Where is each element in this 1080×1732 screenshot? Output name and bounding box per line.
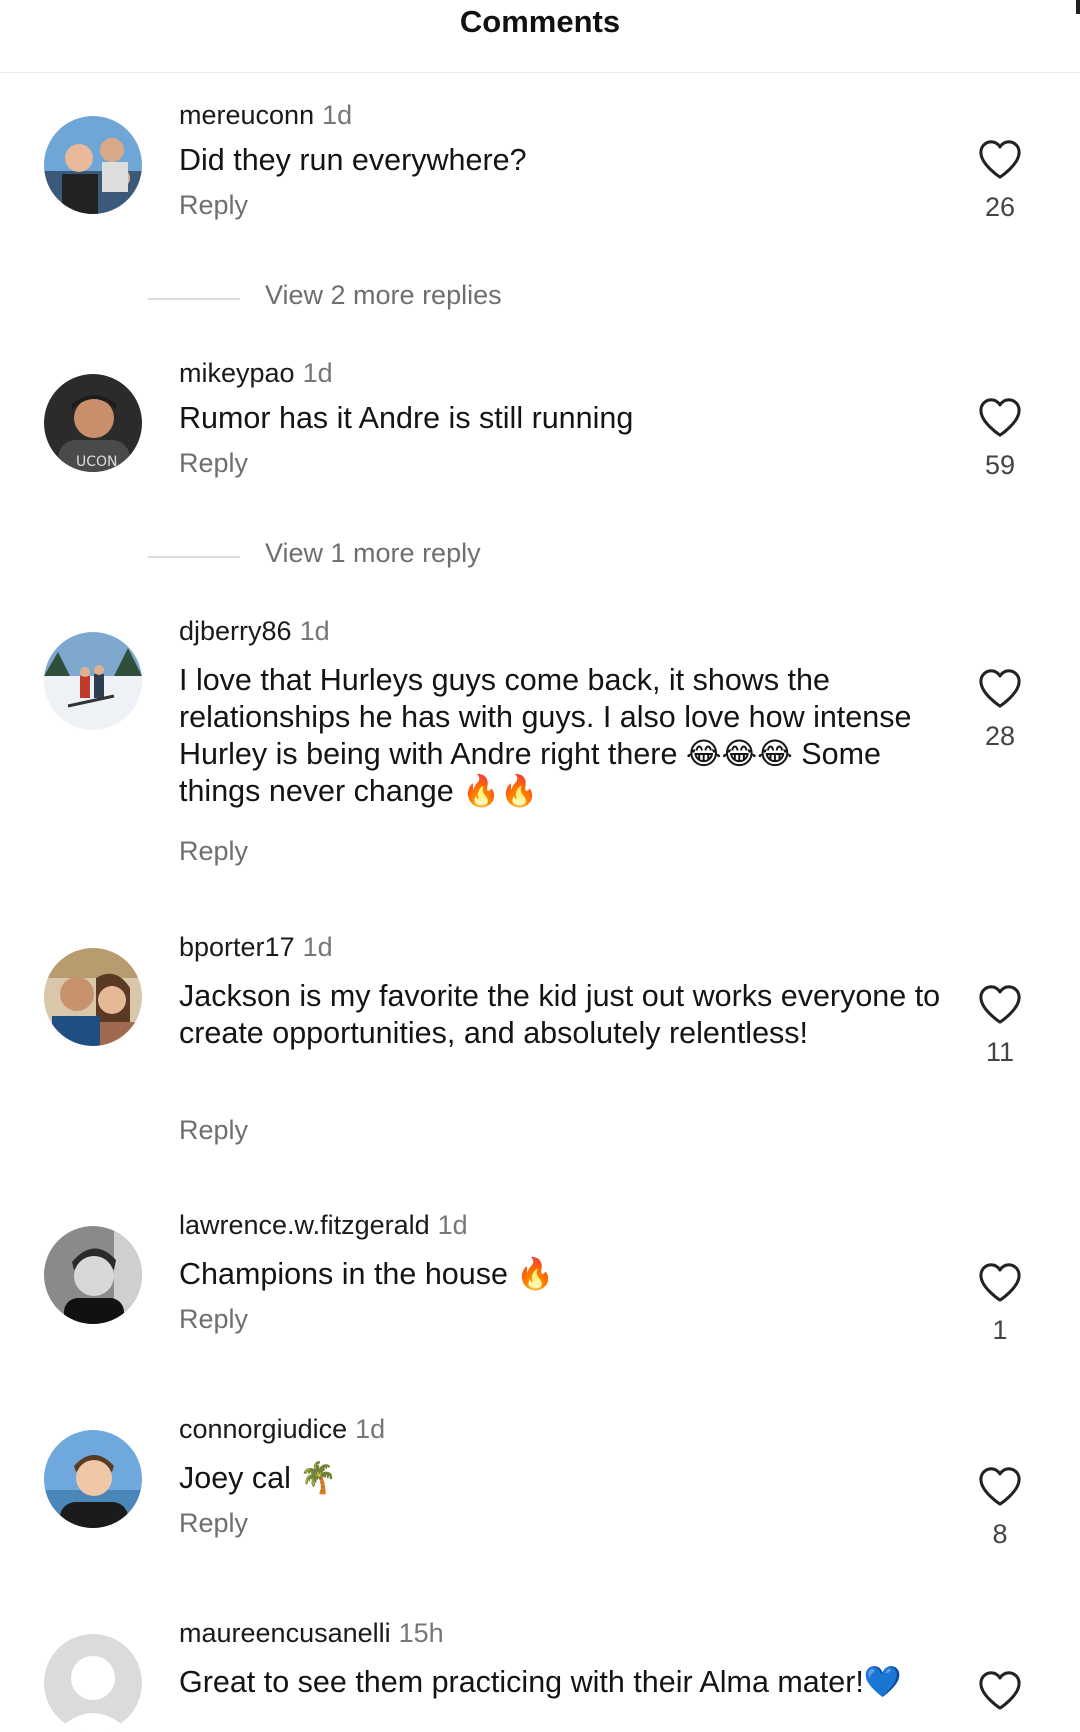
comments-header: Comments: [0, 0, 1080, 73]
username[interactable]: mereuconn: [179, 100, 314, 130]
replies-divider: [148, 556, 240, 558]
svg-text:UCON: UCON: [76, 454, 118, 470]
reply-button[interactable]: Reply: [179, 190, 248, 221]
group-selfie-avatar-image: [44, 116, 142, 214]
username[interactable]: mikeypao: [179, 358, 295, 388]
like-control[interactable]: 11: [975, 983, 1025, 1067]
avatar[interactable]: [44, 116, 142, 214]
heart-icon[interactable]: [977, 1261, 1023, 1303]
comment-meta: mikeypao 1d: [179, 358, 333, 389]
reply-button[interactable]: Reply: [179, 1115, 248, 1146]
username[interactable]: bporter17: [179, 932, 295, 962]
scrollbar-edge: [1076, 0, 1080, 14]
timestamp: 1d: [322, 100, 353, 130]
reply-button[interactable]: Reply: [179, 836, 248, 867]
comment-text: Joey cal 🌴: [179, 1461, 338, 1495]
username[interactable]: djberry86: [179, 616, 292, 646]
avatar[interactable]: [44, 1634, 142, 1732]
heart-icon[interactable]: [977, 983, 1023, 1025]
timestamp: 15h: [398, 1618, 444, 1648]
like-count: 59: [984, 450, 1016, 480]
timestamp: 1d: [299, 616, 330, 646]
reply-button[interactable]: Reply: [179, 1304, 248, 1335]
avatar[interactable]: [44, 632, 142, 730]
like-count: 1: [992, 1315, 1008, 1345]
ski-slope-avatar-image: [44, 632, 142, 730]
comment-text: Great to see them practicing with their …: [179, 1665, 902, 1699]
like-control[interactable]: 8: [975, 1465, 1025, 1549]
like-count: 11: [985, 1037, 1015, 1067]
comment-text: I love that Hurleys guys come back, it s…: [179, 663, 912, 808]
comment-meta: lawrence.w.fitzgerald 1d: [179, 1210, 468, 1241]
heart-icon[interactable]: [977, 396, 1023, 438]
comment-meta: djberry86 1d: [179, 616, 330, 647]
like-control[interactable]: 59: [975, 396, 1025, 480]
comment-meta: maureencusanelli 15h: [179, 1618, 444, 1649]
bw-portrait-avatar-image: [44, 1226, 142, 1324]
comment-text: Did they run everywhere?: [179, 143, 527, 177]
like-control[interactable]: 1: [975, 1261, 1025, 1345]
timestamp: 1d: [302, 932, 333, 962]
page-title: Comments: [459, 4, 621, 39]
timestamp: 1d: [302, 358, 333, 388]
like-control[interactable]: 26: [975, 138, 1025, 222]
timestamp: 1d: [437, 1210, 468, 1240]
timestamp: 1d: [355, 1414, 386, 1444]
default-avatar-image: [44, 1634, 142, 1732]
view-more-replies-label[interactable]: View 1 more reply: [265, 538, 481, 569]
comment-meta: mereuconn 1d: [179, 100, 352, 131]
man-cap-avatar-image: UCON: [44, 374, 142, 472]
username[interactable]: maureencusanelli: [179, 1618, 391, 1648]
like-count: 28: [984, 721, 1016, 751]
avatar[interactable]: [44, 1226, 142, 1324]
reply-button[interactable]: Reply: [179, 448, 248, 479]
comment-text: Jackson is my favorite the kid just out …: [179, 979, 941, 1050]
comment-text: Champions in the house 🔥: [179, 1257, 555, 1291]
like-count: 26: [984, 192, 1016, 222]
like-control[interactable]: [975, 1669, 1025, 1711]
heart-icon[interactable]: [977, 1669, 1023, 1711]
reply-button[interactable]: Reply: [179, 1508, 248, 1539]
comment-meta: bporter17 1d: [179, 932, 333, 963]
avatar[interactable]: UCON: [44, 374, 142, 472]
heart-icon[interactable]: [977, 667, 1023, 709]
couple-selfie-avatar-image: [44, 948, 142, 1046]
replies-divider: [148, 298, 240, 300]
comment-text: Rumor has it Andre is still running: [179, 401, 634, 435]
like-control[interactable]: 28: [975, 667, 1025, 751]
young-man-avatar-image: [44, 1430, 142, 1528]
view-more-replies-label[interactable]: View 2 more replies: [265, 280, 502, 311]
username[interactable]: lawrence.w.fitzgerald: [179, 1210, 430, 1240]
heart-icon[interactable]: [977, 1465, 1023, 1507]
like-count: 8: [992, 1519, 1008, 1549]
heart-icon[interactable]: [977, 138, 1023, 180]
comment-meta: connorgiudice 1d: [179, 1414, 385, 1445]
avatar[interactable]: [44, 1430, 142, 1528]
avatar[interactable]: [44, 948, 142, 1046]
username[interactable]: connorgiudice: [179, 1414, 347, 1444]
